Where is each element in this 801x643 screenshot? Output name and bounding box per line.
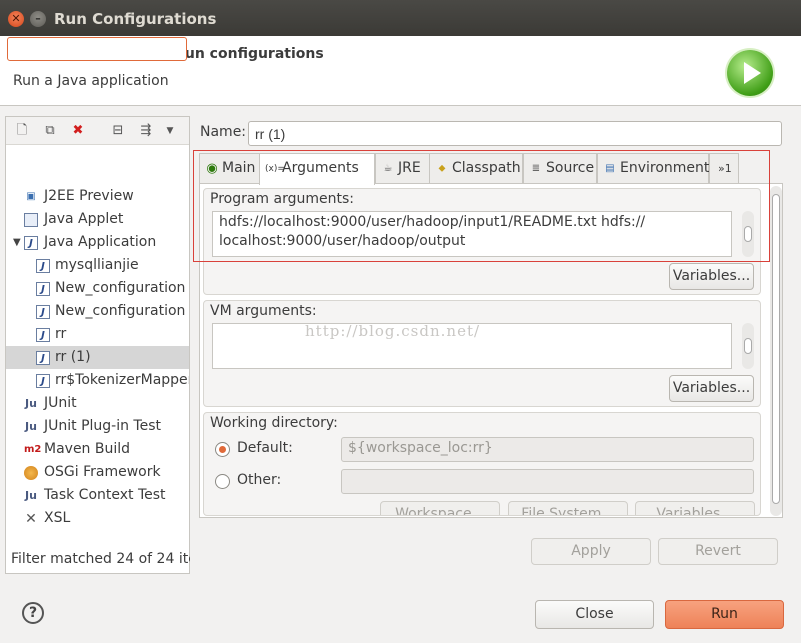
osgi-icon xyxy=(24,466,38,480)
new-config-icon[interactable]: 🗋 xyxy=(14,123,30,139)
tab-environment[interactable]: ▤ Environment xyxy=(597,153,709,184)
tree-item-rr-1[interactable]: J rr (1) xyxy=(6,346,189,369)
help-icon[interactable]: ? xyxy=(22,602,44,624)
program-arguments-group: Program arguments: hdfs://localhost:9000… xyxy=(203,188,761,295)
junit-icon: Ju xyxy=(25,397,37,410)
j2ee-preview-icon: ▣ xyxy=(26,191,36,202)
tree-item-java-application[interactable]: ▼ J Java Application xyxy=(6,231,189,254)
tree-item-rr[interactable]: J rr xyxy=(6,323,189,346)
vm-variables-button[interactable]: Variables... xyxy=(669,375,754,402)
scroll-thumb[interactable] xyxy=(772,194,780,504)
tab-jre[interactable]: ☕ JRE xyxy=(375,153,430,184)
vm-arguments-group: VM arguments: Variables... xyxy=(203,300,761,407)
collapse-all-icon[interactable]: ⊟ xyxy=(110,123,126,139)
tab-source[interactable]: ≣ Source xyxy=(523,153,597,184)
filter-input[interactable] xyxy=(7,37,187,61)
filter-config-icon[interactable]: ⇶ xyxy=(138,123,154,139)
tree-item-new-configuration-2[interactable]: J New_configuration ( xyxy=(6,300,189,323)
working-variables-button[interactable]: Variables... xyxy=(635,501,755,515)
program-arguments-input[interactable]: hdfs://localhost:9000/user/hadoop/input1… xyxy=(212,211,732,257)
task-context-icon: Ju xyxy=(25,489,37,502)
vm-arguments-label: VM arguments: xyxy=(210,303,317,319)
tree-item-new-configuration[interactable]: J New_configuration xyxy=(6,277,189,300)
config-tabs: ◉ Main (x)= Arguments ☕ JRE ⬥ Classpath … xyxy=(199,153,783,185)
delete-config-icon[interactable]: ✖ xyxy=(70,123,86,139)
tree-item-xsl[interactable]: ✕ XSL xyxy=(6,507,189,530)
view-menu-chevron-down-icon[interactable]: ▼ xyxy=(162,123,178,139)
java-config-icon: J xyxy=(36,282,50,296)
file-system-button[interactable]: File System... xyxy=(508,501,628,515)
list-toolbar: 🗋 ⧉ ✖ ⊟ ⇶ ▼ xyxy=(6,117,189,145)
window-minimize-icon[interactable]: – xyxy=(30,11,46,27)
junit-plugin-icon: Ju xyxy=(25,420,37,433)
tree-item-task-context-test[interactable]: Ju Task Context Test xyxy=(6,484,189,507)
xsl-icon: ✕ xyxy=(25,511,37,527)
working-directory-group: Working directory: Default: ${workspace_… xyxy=(203,412,761,516)
tree-item-junit-plugin-test[interactable]: Ju JUnit Plug-in Test xyxy=(6,415,189,438)
tab-body-scrollbar[interactable] xyxy=(770,186,782,516)
tree-item-junit[interactable]: Ju JUnit xyxy=(6,392,189,415)
maven-m2-icon: m2 xyxy=(24,444,42,455)
vm-arguments-scrollbar[interactable] xyxy=(742,323,754,369)
window-close-icon[interactable]: ✕ xyxy=(8,11,24,27)
java-config-icon: J xyxy=(36,328,50,342)
filter-status: Filter matched 24 of 24 items xyxy=(11,551,190,567)
window-title: Run Configurations xyxy=(54,10,217,28)
program-variables-button[interactable]: Variables... xyxy=(669,263,754,290)
java-application-icon: J xyxy=(24,236,38,250)
tree-item-rr-tokenizermapper[interactable]: J rr$TokenizerMapper xyxy=(6,369,189,392)
jre-tab-icon: ☕ xyxy=(383,163,393,174)
tree-item-mysqllianjie[interactable]: J mysqllianjie xyxy=(6,254,189,277)
program-arguments-scrollbar[interactable] xyxy=(742,211,754,257)
watermark: http://blog.csdn.net/ xyxy=(305,322,481,340)
main-tab-icon: ◉ xyxy=(206,161,218,176)
default-radio[interactable] xyxy=(215,442,230,457)
duplicate-config-icon[interactable]: ⧉ xyxy=(42,123,58,139)
classpath-tab-icon: ⬥ xyxy=(438,163,446,174)
configuration-tree: ▣ J2EE Preview Java Applet ▼ J Java Appl… xyxy=(6,185,189,530)
tab-classpath[interactable]: ⬥ Classpath xyxy=(429,153,523,184)
apply-button[interactable]: Apply xyxy=(531,538,651,565)
java-applet-icon xyxy=(24,213,38,227)
name-input[interactable] xyxy=(248,121,782,146)
program-arguments-label: Program arguments: xyxy=(210,191,354,207)
header-subtitle: Run a Java application xyxy=(13,73,169,89)
revert-button[interactable]: Revert xyxy=(658,538,778,565)
environment-tab-icon: ▤ xyxy=(605,163,615,174)
java-config-icon: J xyxy=(36,351,50,365)
tab-arguments[interactable]: (x)= Arguments xyxy=(259,153,375,185)
title-bar: ✕ – Run Configurations xyxy=(0,0,801,36)
arguments-tab-icon: (x)= xyxy=(265,164,285,174)
scroll-thumb[interactable] xyxy=(744,338,752,354)
other-label: Other: xyxy=(237,472,282,488)
java-config-icon: J xyxy=(36,305,50,319)
run-button[interactable]: Run xyxy=(665,600,784,629)
source-tab-icon: ≣ xyxy=(531,163,541,174)
working-directory-label: Working directory: xyxy=(210,415,338,431)
tree-item-osgi-framework[interactable]: OSGi Framework xyxy=(6,461,189,484)
close-button[interactable]: Close xyxy=(535,600,654,629)
default-directory-input: ${workspace_loc:rr} xyxy=(341,437,754,462)
tree-item-j2ee-preview[interactable]: ▣ J2EE Preview xyxy=(6,185,189,208)
tab-overflow-more[interactable]: »1 xyxy=(709,153,739,184)
expand-chevron-down-icon[interactable]: ▼ xyxy=(13,231,21,254)
other-directory-input[interactable] xyxy=(341,469,754,494)
tab-main[interactable]: ◉ Main xyxy=(199,153,260,184)
default-label: Default: xyxy=(237,440,293,456)
java-config-icon: J xyxy=(36,374,50,388)
other-radio[interactable] xyxy=(215,474,230,489)
tree-item-java-applet[interactable]: Java Applet xyxy=(6,208,189,231)
workspace-button[interactable]: Workspace... xyxy=(380,501,500,515)
java-config-icon: J xyxy=(36,259,50,273)
run-banner-icon xyxy=(727,50,773,96)
name-label: Name: xyxy=(200,124,247,140)
tree-item-maven-build[interactable]: m2 Maven Build xyxy=(6,438,189,461)
scroll-thumb[interactable] xyxy=(744,226,752,242)
